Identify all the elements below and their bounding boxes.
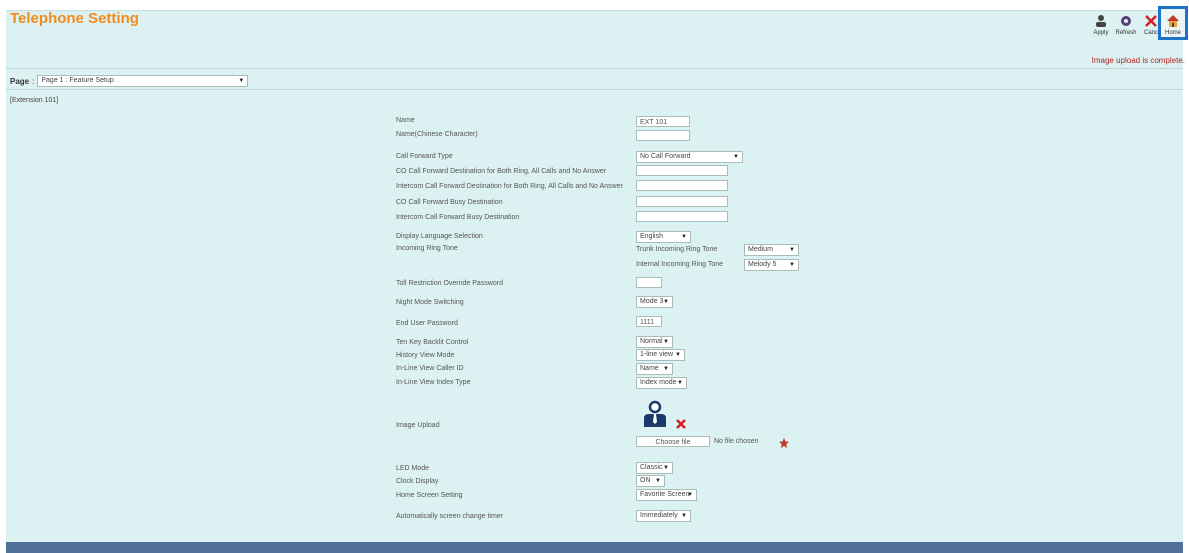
trunk-ring-tone-label: Trunk Incoming Ring Tone — [636, 246, 718, 253]
chevron-down-icon: ▼ — [655, 478, 661, 484]
call-forward-type-select[interactable]: No Call Forward ▼ — [636, 151, 743, 163]
cancel-label: Canc — [1143, 30, 1158, 36]
history-view-mode-label: History View Mode — [396, 352, 455, 359]
toll-restriction-label: Toll Restriction Override Password — [396, 280, 503, 287]
page-select[interactable]: Page 1 : Feature Setup ▼ — [37, 75, 249, 87]
ten-key-backlit-label: Ten Key Backlit Control — [396, 339, 469, 346]
delete-image-icon[interactable] — [675, 418, 687, 430]
chevron-down-icon: ▼ — [789, 262, 795, 268]
clock-display-label: Clock Display — [396, 478, 439, 485]
chevron-down-icon: ▼ — [238, 78, 245, 84]
intercom-cf-busy-field[interactable] — [636, 211, 728, 222]
file-name-text: No file chosen — [714, 438, 759, 445]
page-selector: Page : Page 1 : Feature Setup ▼ — [10, 75, 249, 87]
led-mode-select[interactable]: Classic ▼ — [636, 462, 673, 474]
toll-restriction-field[interactable] — [636, 277, 662, 288]
footer-bar — [6, 542, 1183, 553]
co-cf-busy-label: CO Call Forward Busy Destination — [396, 199, 503, 206]
in-line-index-type-select[interactable]: Index mode ▼ — [636, 377, 687, 389]
chevron-down-icon: ▼ — [789, 247, 795, 253]
chevron-down-icon: ▼ — [663, 465, 669, 471]
page-divider — [6, 89, 1183, 90]
header-divider — [6, 68, 1183, 69]
clock-display-select[interactable]: ON ▼ — [636, 475, 665, 487]
in-line-index-type-label: In-Line View Index Type — [396, 379, 471, 386]
refresh-label: Refresh — [1115, 30, 1137, 36]
in-line-caller-id-select[interactable]: Name ▼ — [636, 363, 673, 375]
image-upload-label: Image Upload — [396, 422, 440, 429]
end-user-password-field[interactable]: 1111 — [636, 316, 662, 327]
chevron-down-icon: ▼ — [675, 352, 681, 358]
toolbar: Apply Refresh Canc Home — [0, 14, 1189, 44]
name-chinese-label: Name(Chinese Character) — [396, 131, 478, 138]
section-label: [Extension 101] — [10, 97, 59, 104]
display-language-select[interactable]: English ▼ — [636, 231, 691, 243]
home-screen-select[interactable]: Favorite Screen ▼ — [636, 489, 697, 501]
status-message: Image upload is complete. — [1091, 56, 1185, 65]
chevron-down-icon: ▼ — [687, 492, 693, 498]
led-mode-label: LED Mode — [396, 465, 430, 472]
auto-screen-change-label: Automatically screen change timer — [396, 513, 503, 520]
home-screen-label: Home Screen Setting — [396, 492, 463, 499]
call-forward-type-label: Call Forward Type — [396, 153, 453, 160]
intercom-cf-busy-label: Intercom Call Forward Busy Destination — [396, 214, 520, 221]
home-button[interactable]: Home — [1160, 14, 1186, 36]
apply-label: Apply — [1093, 30, 1109, 36]
chevron-down-icon: ▼ — [677, 380, 683, 386]
ten-key-backlit-select[interactable]: Normal ▼ — [636, 336, 673, 348]
intercom-cf-dest-label: Intercom Call Forward Destination for Bo… — [396, 183, 623, 190]
user-avatar-icon — [644, 400, 666, 427]
history-view-mode-select[interactable]: 1-line view ▼ — [636, 349, 685, 361]
end-user-password-label: End User Password — [396, 320, 458, 327]
upload-icon[interactable] — [778, 437, 790, 449]
name-chinese-field[interactable] — [636, 130, 690, 141]
close-icon — [1145, 15, 1157, 27]
incoming-ring-tone-label: Incoming Ring Tone — [396, 245, 458, 252]
co-cf-dest-label: CO Call Forward Destination for Both Rin… — [396, 168, 607, 175]
intercom-cf-dest-field[interactable] — [636, 180, 728, 191]
refresh-button[interactable]: Refresh — [1113, 14, 1139, 36]
chevron-down-icon: ▼ — [663, 299, 669, 305]
refresh-icon — [1121, 16, 1131, 26]
name-field[interactable]: EXT 101 — [636, 116, 690, 127]
chevron-down-icon: ▼ — [733, 154, 739, 160]
home-icon — [1167, 15, 1179, 27]
trunk-ring-tone-select[interactable]: Medium ▼ — [744, 244, 799, 256]
internal-ring-tone-label: Internal Incoming Ring Tone — [636, 261, 724, 268]
co-cf-busy-field[interactable] — [636, 196, 728, 207]
internal-ring-tone-select[interactable]: Melody 5 ▼ — [744, 259, 799, 271]
page-label: Page — [10, 76, 30, 86]
display-language-label: Display Language Selection — [396, 233, 483, 240]
in-line-caller-id-label: In-Line View Caller ID — [396, 365, 464, 372]
apply-button[interactable]: Apply — [1088, 14, 1114, 36]
night-mode-select[interactable]: Mode 3 ▼ — [636, 296, 673, 308]
chevron-down-icon: ▼ — [681, 234, 687, 240]
apply-icon — [1096, 15, 1106, 27]
auto-screen-change-select[interactable]: Immediately ▼ — [636, 510, 691, 522]
chevron-down-icon: ▼ — [681, 513, 687, 519]
page-select-value: Page 1 : Feature Setup — [41, 77, 114, 84]
name-label: Name — [396, 117, 415, 124]
chevron-down-icon: ▼ — [663, 366, 669, 372]
home-label: Home — [1164, 30, 1181, 36]
night-mode-label: Night Mode Switching — [396, 299, 464, 306]
choose-file-button[interactable]: Choose file — [636, 436, 710, 447]
co-cf-dest-field[interactable] — [636, 165, 728, 176]
chevron-down-icon: ▼ — [663, 339, 669, 345]
